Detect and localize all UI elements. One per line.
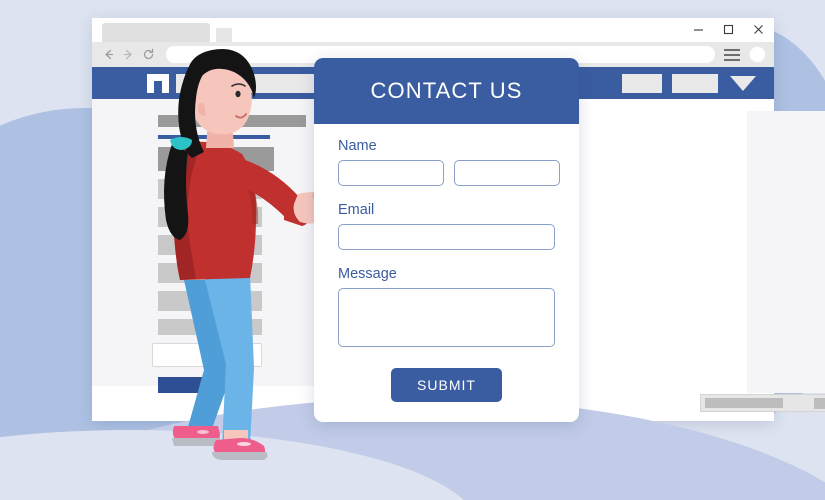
person-front-shoe-sole <box>212 452 268 460</box>
browser-titlebar <box>92 18 774 42</box>
navbar-right-item-1[interactable] <box>622 73 662 93</box>
submit-button[interactable]: SUBMIT <box>391 368 502 402</box>
email-label: Email <box>338 202 375 218</box>
right-content-column <box>747 111 825 393</box>
person-eye <box>235 90 241 98</box>
card-header: CONTACT US <box>314 58 579 124</box>
name-label: Name <box>338 138 377 154</box>
person-back-shoe-sole <box>172 438 220 446</box>
browser-tab[interactable] <box>102 23 210 42</box>
horizontal-scrollbar[interactable] <box>700 394 825 412</box>
field-group-message: Message <box>338 266 555 352</box>
contact-us-card: CONTACT US Name Email Message SUBMIT <box>314 58 579 422</box>
navbar-right-group <box>612 73 756 93</box>
maximize-button[interactable] <box>720 21 736 37</box>
field-group-email: Email <box>338 202 555 250</box>
person-front-shoe-highlight <box>237 442 251 446</box>
chevron-down-icon[interactable] <box>730 75 756 91</box>
window-controls <box>690 21 766 37</box>
first-name-input[interactable] <box>338 160 444 186</box>
hamburger-menu-icon[interactable] <box>721 47 743 62</box>
card-body: Name Email Message SUBMIT <box>314 124 579 402</box>
scene-canvas: CONTACT US Name Email Message SUBMIT <box>0 0 825 500</box>
scrollbar-thumb[interactable] <box>705 398 783 408</box>
person-ponytail <box>164 144 189 240</box>
name-input-row <box>338 160 560 186</box>
field-group-name: Name <box>338 138 560 186</box>
navbar-right-item-2[interactable] <box>672 73 718 93</box>
scrollbar-buttons <box>814 397 825 409</box>
minimize-button[interactable] <box>690 21 706 37</box>
profile-avatar-icon[interactable] <box>749 46 766 63</box>
message-label: Message <box>338 266 397 282</box>
close-button[interactable] <box>750 21 766 37</box>
email-input[interactable] <box>338 224 555 250</box>
card-title: CONTACT US <box>370 78 523 103</box>
submit-row: SUBMIT <box>338 368 555 402</box>
scrollbar-button-left[interactable] <box>814 397 825 409</box>
last-name-input[interactable] <box>454 160 560 186</box>
message-textarea[interactable] <box>338 288 555 347</box>
person-back-shoe-highlight <box>197 430 209 434</box>
new-tab-icon[interactable] <box>216 28 232 42</box>
